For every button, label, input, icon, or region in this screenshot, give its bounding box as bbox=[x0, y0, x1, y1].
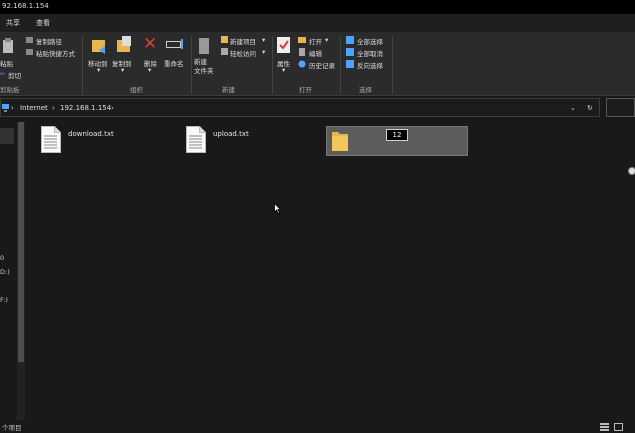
file-name[interactable]: upload.txt bbox=[213, 130, 249, 138]
text-file-icon[interactable] bbox=[41, 126, 61, 153]
rename-icon bbox=[166, 39, 183, 49]
paste-shortcut-button[interactable]: 粘贴快捷方式 bbox=[36, 48, 75, 58]
delete-dropdown-icon[interactable]: ▾ bbox=[148, 66, 151, 74]
select-group-label: 选择 bbox=[359, 86, 372, 94]
navigation-pane: 0 D:) F:) bbox=[0, 122, 26, 420]
breadcrumb-separator-icon[interactable]: › bbox=[111, 104, 114, 112]
new-folder-icon bbox=[199, 38, 209, 54]
invert-selection-button[interactable]: 反向选择 bbox=[357, 60, 383, 70]
address-bar-row: › Internet › 192.168.1.154 › ⌄ ↻ bbox=[0, 97, 635, 119]
nav-item-fragment[interactable]: 0 bbox=[0, 254, 4, 262]
edit-button[interactable]: 编辑 bbox=[309, 48, 322, 58]
cut-button[interactable]: 剪切 bbox=[8, 70, 21, 80]
open-button[interactable]: 打开 bbox=[309, 36, 322, 46]
clipboard-group-label: 剪贴板 bbox=[0, 86, 20, 94]
copy-to-dropdown-icon[interactable]: ▾ bbox=[121, 66, 124, 74]
large-icons-view-icon[interactable] bbox=[614, 423, 623, 431]
address-bar[interactable]: › Internet › 192.168.1.154 › ⌄ ↻ bbox=[0, 98, 600, 117]
ribbon-separator bbox=[82, 36, 83, 94]
ribbon: 粘贴 复制路径 粘贴快捷方式 ✂ 剪切 剪贴板 移动到 ▾ 复制到 ▾ ✕ 删除… bbox=[0, 32, 635, 96]
breadcrumb-separator-icon[interactable]: › bbox=[11, 104, 14, 112]
easy-access-button[interactable]: 轻松访问 bbox=[230, 48, 256, 58]
rename-button[interactable]: 重命名 bbox=[164, 58, 184, 68]
paste-button[interactable]: 粘贴 bbox=[0, 58, 13, 68]
resize-handle-icon[interactable] bbox=[627, 166, 635, 176]
nav-scrollbar-thumb[interactable] bbox=[18, 122, 24, 362]
invert-selection-icon bbox=[346, 60, 354, 68]
copy-path-icon bbox=[26, 37, 33, 43]
new-item-icon bbox=[221, 36, 228, 43]
new-group-label: 新建 bbox=[222, 86, 235, 94]
new-folder-button[interactable]: 新建 文件夹 bbox=[194, 58, 214, 76]
open-icon bbox=[298, 37, 306, 43]
history-button[interactable]: 历史记录 bbox=[309, 60, 335, 70]
tab-view[interactable]: 查看 bbox=[36, 18, 50, 28]
nav-selected-item[interactable] bbox=[0, 128, 14, 144]
paste-icon bbox=[3, 38, 13, 53]
move-to-dropdown-icon[interactable]: ▾ bbox=[97, 66, 100, 74]
new-item-dropdown-icon[interactable]: ▾ bbox=[262, 36, 265, 44]
breadcrumb-separator-icon[interactable]: › bbox=[52, 104, 55, 112]
breadcrumb-internet[interactable]: Internet bbox=[20, 104, 48, 112]
select-all-button[interactable]: 全部选择 bbox=[357, 36, 383, 46]
title-bar: 92.168.1.154 bbox=[0, 0, 635, 14]
mouse-cursor-icon bbox=[274, 203, 282, 214]
copy-path-button[interactable]: 复制路径 bbox=[36, 36, 62, 46]
properties-dropdown-icon[interactable]: ▾ bbox=[282, 66, 285, 74]
delete-icon: ✕ bbox=[143, 34, 158, 54]
status-text: 个项目 bbox=[2, 424, 22, 432]
history-icon bbox=[298, 60, 306, 68]
select-none-button[interactable]: 全部取消 bbox=[357, 48, 383, 58]
easy-access-dropdown-icon[interactable]: ▾ bbox=[262, 48, 265, 56]
status-bar: 个项目 bbox=[0, 420, 635, 433]
move-to-icon bbox=[92, 40, 105, 54]
nav-item-drive-d[interactable]: D:) bbox=[0, 268, 10, 276]
network-icon bbox=[2, 104, 9, 112]
ribbon-separator bbox=[392, 36, 393, 94]
folder-icon[interactable] bbox=[332, 129, 348, 151]
select-none-icon bbox=[346, 48, 354, 56]
cut-icon: ✂ bbox=[0, 70, 6, 78]
ribbon-separator bbox=[340, 36, 341, 94]
ribbon-tabs: 共享 查看 bbox=[0, 14, 635, 32]
edit-icon bbox=[299, 48, 305, 56]
details-view-icon[interactable] bbox=[600, 423, 609, 431]
search-box[interactable] bbox=[606, 98, 635, 117]
select-all-icon bbox=[346, 36, 354, 44]
open-dropdown-icon[interactable]: ▾ bbox=[325, 36, 328, 44]
copy-to-icon bbox=[117, 36, 131, 52]
window-title: 92.168.1.154 bbox=[2, 2, 49, 10]
refresh-icon[interactable]: ↻ bbox=[587, 104, 593, 112]
breadcrumb-host[interactable]: 192.168.1.154 bbox=[60, 104, 111, 112]
paste-shortcut-icon bbox=[26, 49, 33, 55]
organize-group-label: 组织 bbox=[130, 86, 143, 94]
tab-share[interactable]: 共享 bbox=[6, 18, 20, 28]
ribbon-separator bbox=[272, 36, 273, 94]
new-item-button[interactable]: 新建项目 bbox=[230, 36, 256, 46]
address-dropdown-icon[interactable]: ⌄ bbox=[570, 104, 576, 112]
properties-icon bbox=[277, 37, 290, 53]
open-group-label: 打开 bbox=[299, 86, 312, 94]
easy-access-icon bbox=[221, 48, 228, 55]
ribbon-separator bbox=[191, 36, 192, 94]
nav-item-drive-f[interactable]: F:) bbox=[0, 296, 8, 304]
file-name[interactable]: download.txt bbox=[68, 130, 114, 138]
rename-input[interactable]: 12 bbox=[386, 129, 408, 141]
text-file-icon[interactable] bbox=[186, 126, 206, 153]
